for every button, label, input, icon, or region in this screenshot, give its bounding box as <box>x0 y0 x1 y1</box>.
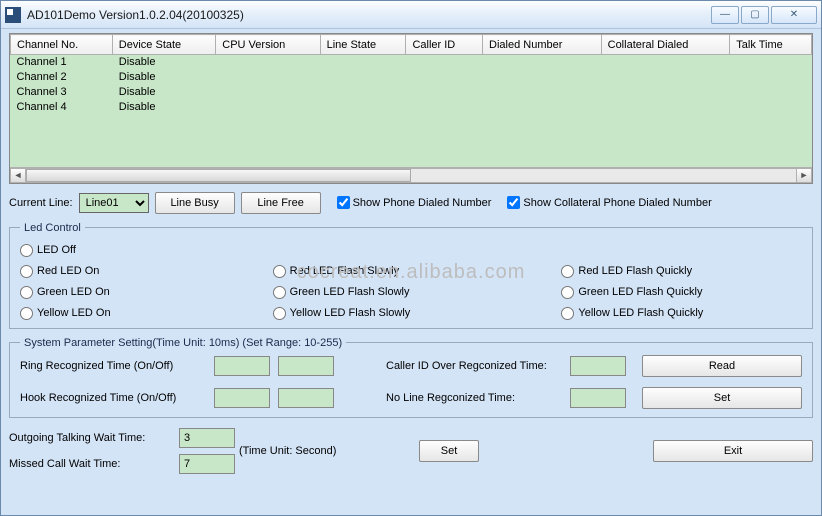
green-slow-radio[interactable]: Green LED Flash Slowly <box>273 286 562 299</box>
sys-legend: System Parameter Setting(Time Unit: 10ms… <box>20 337 346 349</box>
close-button[interactable]: ✕ <box>771 6 817 24</box>
table-row[interactable]: Channel 2Disable <box>11 70 812 85</box>
channel-table[interactable]: Channel No. Device State CPU Version Lin… <box>10 34 812 115</box>
window-title: AD101Demo Version1.0.2.04(20100325) <box>27 8 711 22</box>
hook-on-input[interactable] <box>214 388 270 408</box>
line-busy-button[interactable]: Line Busy <box>155 192 235 214</box>
red-quick-radio[interactable]: Red LED Flash Quickly <box>561 265 802 278</box>
show-dialed-checkbox[interactable]: Show Phone Dialed Number <box>337 196 492 209</box>
show-collateral-input[interactable] <box>507 196 520 209</box>
yellow-on-radio[interactable]: Yellow LED On <box>20 307 273 320</box>
time-unit-label: (Time Unit: Second) <box>239 445 419 457</box>
yellow-slow-radio[interactable]: Yellow LED Flash Slowly <box>273 307 562 320</box>
app-icon <box>5 7 21 23</box>
maximize-button[interactable]: ▢ <box>741 6 769 24</box>
scroll-track[interactable] <box>26 168 796 183</box>
table-empty-area <box>10 115 812 167</box>
table-row[interactable]: Channel 3Disable <box>11 85 812 100</box>
col-channel[interactable]: Channel No. <box>11 35 113 55</box>
bottom-set-button[interactable]: Set <box>419 440 479 462</box>
titlebar: AD101Demo Version1.0.2.04(20100325) — ▢ … <box>1 1 821 29</box>
scroll-thumb[interactable] <box>26 169 411 182</box>
col-talk[interactable]: Talk Time <box>730 35 812 55</box>
red-slow-radio[interactable]: Red LED Flash Slowly <box>273 265 562 278</box>
read-button[interactable]: Read <box>642 355 802 377</box>
current-line-select[interactable]: Line01 <box>79 193 149 213</box>
table-row[interactable]: Channel 1Disable <box>11 55 812 70</box>
show-dialed-input[interactable] <box>337 196 350 209</box>
outgoing-label: Outgoing Talking Wait Time: <box>9 432 179 444</box>
col-caller-id[interactable]: Caller ID <box>406 35 483 55</box>
window-controls: — ▢ ✕ <box>711 6 817 24</box>
outgoing-input[interactable] <box>179 428 235 448</box>
col-device-state[interactable]: Device State <box>112 35 215 55</box>
ring-on-input[interactable] <box>214 356 270 376</box>
missed-label: Missed Call Wait Time: <box>9 458 179 470</box>
yellow-quick-radio[interactable]: Yellow LED Flash Quickly <box>561 307 802 320</box>
col-collateral[interactable]: Collateral Dialed <box>601 35 730 55</box>
app-window: AD101Demo Version1.0.2.04(20100325) — ▢ … <box>0 0 822 516</box>
red-on-radio[interactable]: Red LED On <box>20 265 273 278</box>
show-dialed-label: Show Phone Dialed Number <box>353 197 492 209</box>
hook-off-input[interactable] <box>278 388 334 408</box>
caller-over-label: Caller ID Over Regconized Time: <box>386 360 566 372</box>
minimize-button[interactable]: — <box>711 6 739 24</box>
system-parameter-group: System Parameter Setting(Time Unit: 10ms… <box>9 337 813 418</box>
exit-button[interactable]: Exit <box>653 440 813 462</box>
show-collateral-checkbox[interactable]: Show Collateral Phone Dialed Number <box>507 196 711 209</box>
channel-table-wrap: Channel No. Device State CPU Version Lin… <box>9 33 813 184</box>
green-on-radio[interactable]: Green LED On <box>20 286 273 299</box>
current-line-label: Current Line: <box>9 197 73 209</box>
green-quick-radio[interactable]: Green LED Flash Quickly <box>561 286 802 299</box>
col-dialed[interactable]: Dialed Number <box>483 35 602 55</box>
content-area: Channel No. Device State CPU Version Lin… <box>1 29 821 480</box>
col-line-state[interactable]: Line State <box>320 35 406 55</box>
caller-over-input[interactable] <box>570 356 626 376</box>
led-control-group: Led Control LED Off Red LED On Red LED F… <box>9 222 813 329</box>
ring-label: Ring Recognized Time (On/Off) <box>20 360 210 372</box>
led-off-radio[interactable]: LED Off <box>20 244 802 257</box>
scroll-right-icon[interactable]: ► <box>796 168 812 183</box>
ring-off-input[interactable] <box>278 356 334 376</box>
scroll-left-icon[interactable]: ◄ <box>10 168 26 183</box>
table-row[interactable]: Channel 4Disable <box>11 100 812 115</box>
current-line-row: Current Line: Line01 Line Busy Line Free… <box>9 192 813 214</box>
col-cpu[interactable]: CPU Version <box>216 35 320 55</box>
noline-input[interactable] <box>570 388 626 408</box>
bottom-row: Outgoing Talking Wait Time: (Time Unit: … <box>9 428 813 474</box>
line-free-button[interactable]: Line Free <box>241 192 321 214</box>
show-collateral-label: Show Collateral Phone Dialed Number <box>523 197 711 209</box>
sys-set-button[interactable]: Set <box>642 387 802 409</box>
horizontal-scrollbar[interactable]: ◄ ► <box>10 167 812 183</box>
hook-label: Hook Recognized Time (On/Off) <box>20 392 210 404</box>
led-legend: Led Control <box>20 222 85 234</box>
noline-label: No Line Regconized Time: <box>386 392 566 404</box>
missed-input[interactable] <box>179 454 235 474</box>
